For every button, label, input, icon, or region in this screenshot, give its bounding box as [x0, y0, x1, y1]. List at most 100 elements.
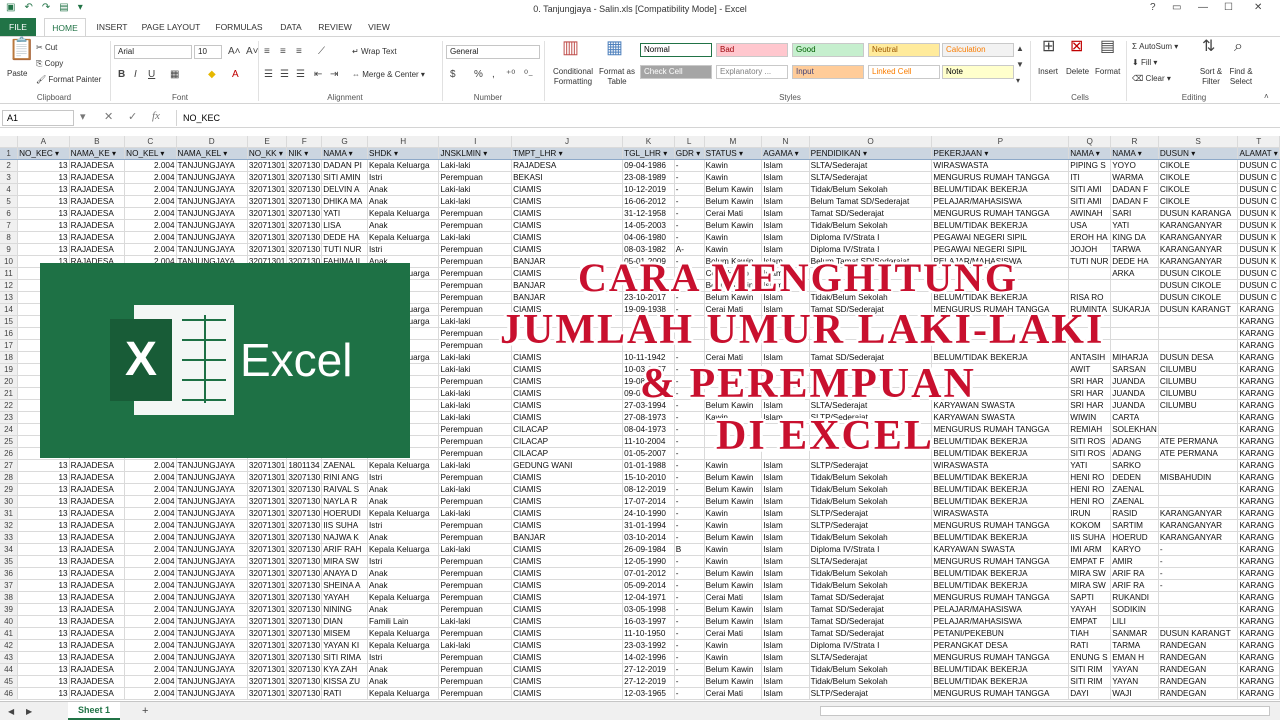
cell-style-calculation[interactable]: Calculation — [942, 43, 1014, 57]
table-cell[interactable]: RANDEGAN — [1158, 639, 1239, 652]
table-cell[interactable]: TANJUNGJAYA — [176, 555, 248, 568]
table-cell[interactable]: 32071301 — [247, 615, 288, 628]
maximize-icon[interactable]: ☐ — [1224, 2, 1233, 13]
delete-cells-button[interactable]: Delete — [1066, 67, 1089, 76]
table-cell[interactable]: DUSUN DESA — [1158, 351, 1239, 364]
table-cell[interactable]: RAJADESA — [69, 591, 126, 604]
table-cell[interactable]: TANJUNGJAYA — [176, 519, 248, 532]
table-cell[interactable]: Anak — [367, 579, 440, 592]
column-header-c[interactable]: C — [124, 136, 177, 148]
table-cell[interactable]: 10-12-2019 — [622, 183, 675, 196]
find-select-button[interactable]: Find & Select — [1226, 67, 1256, 87]
table-cell[interactable]: 13 — [17, 507, 70, 520]
header-cell[interactable]: TMPT_LHR ▾ — [511, 147, 624, 160]
table-cell[interactable]: 3207130 — [286, 183, 323, 196]
table-cell[interactable]: Perempuan — [438, 579, 513, 592]
table-cell[interactable]: Istri — [367, 243, 440, 256]
row-header[interactable]: 39 — [0, 603, 19, 616]
row-header[interactable]: 33 — [0, 531, 19, 544]
column-header-q[interactable]: Q — [1068, 136, 1112, 148]
table-cell[interactable]: Perempuan — [438, 267, 513, 280]
align-bottom-icon[interactable]: ≡ — [296, 46, 302, 58]
table-cell[interactable]: Tidak/Belum Sekolah — [809, 495, 933, 508]
header-cell[interactable]: AGAMA ▾ — [761, 147, 810, 160]
table-cell[interactable]: - — [674, 651, 705, 664]
table-cell[interactable]: 13 — [17, 243, 70, 256]
table-cell[interactable]: RAJADESA — [69, 531, 126, 544]
table-cell[interactable]: Perempuan — [438, 519, 513, 532]
table-cell[interactable]: KOKOM — [1068, 519, 1112, 532]
table-cell[interactable]: 3207130 — [286, 531, 323, 544]
table-cell[interactable]: KARANG — [1237, 579, 1280, 592]
table-cell[interactable]: Tamat SD/Sederajat — [809, 603, 933, 616]
table-cell[interactable] — [1158, 615, 1239, 628]
shrink-font-icon[interactable]: A˅ — [246, 46, 259, 58]
table-cell[interactable]: KYA ZAH — [321, 663, 368, 676]
table-cell[interactable]: NAJWA K — [321, 531, 368, 544]
table-cell[interactable]: LILI — [1110, 615, 1159, 628]
table-cell[interactable]: KARANG — [1237, 543, 1280, 556]
column-header-n[interactable]: N — [761, 136, 810, 148]
table-cell[interactable]: DUSUN K — [1237, 207, 1280, 220]
table-cell[interactable]: RAJADESA — [69, 459, 126, 472]
column-header-b[interactable]: B — [69, 136, 126, 148]
grow-font-icon[interactable]: A˄ — [228, 46, 241, 58]
column-header-o[interactable]: O — [809, 136, 933, 148]
table-cell[interactable]: 13 — [17, 651, 70, 664]
table-cell[interactable]: Istri — [367, 519, 440, 532]
table-cell[interactable]: - — [674, 423, 705, 436]
table-cell[interactable]: Belum Kawin — [704, 615, 763, 628]
table-cell[interactable]: 12-03-1965 — [622, 687, 675, 700]
align-middle-icon[interactable]: ≡ — [280, 46, 286, 58]
row-header[interactable]: 36 — [0, 567, 19, 580]
table-cell[interactable]: 3207130 — [286, 663, 323, 676]
table-cell[interactable]: WIRASWASTA — [931, 159, 1070, 172]
table-cell[interactable]: BEKASI — [511, 171, 624, 184]
table-cell[interactable]: CIAMIS — [511, 579, 624, 592]
table-cell[interactable]: KARANGANYAR — [1158, 243, 1239, 256]
row-header[interactable]: 20 — [0, 375, 19, 388]
row-header[interactable]: 37 — [0, 579, 19, 592]
table-cell[interactable] — [1110, 315, 1159, 328]
table-cell[interactable]: SLTP/Sederajat — [809, 687, 933, 700]
table-cell[interactable]: TARMA — [1110, 639, 1159, 652]
table-cell[interactable]: 13 — [17, 543, 70, 556]
header-cell[interactable]: ALAMAT ▾ — [1237, 147, 1280, 160]
tab-file[interactable]: FILE — [0, 18, 36, 36]
table-cell[interactable]: - — [674, 555, 705, 568]
table-cell[interactable]: CIAMIS — [511, 567, 624, 580]
table-cell[interactable]: CIAMIS — [511, 231, 624, 244]
table-cell[interactable]: KARANG — [1237, 339, 1280, 352]
table-cell[interactable]: 13 — [17, 591, 70, 604]
underline-icon[interactable]: U — [148, 69, 155, 81]
table-cell[interactable]: 13 — [17, 495, 70, 508]
table-cell[interactable]: SITI ROS — [1068, 435, 1112, 448]
table-cell[interactable]: - — [674, 183, 705, 196]
table-cell[interactable]: 16-03-1997 — [622, 615, 675, 628]
table-cell[interactable]: 2.004 — [124, 567, 177, 580]
align-center-icon[interactable]: ☰ — [280, 69, 289, 81]
table-cell[interactable]: 01-01-1988 — [622, 459, 675, 472]
table-cell[interactable]: KARANG — [1237, 675, 1280, 688]
table-cell[interactable]: - — [674, 159, 705, 172]
table-cell[interactable]: ARKA — [1110, 267, 1159, 280]
table-cell[interactable]: Laki-laki — [438, 399, 513, 412]
table-cell[interactable]: TANJUNGJAYA — [176, 471, 248, 484]
table-cell[interactable]: SLTA/Sederajat — [809, 159, 933, 172]
table-cell[interactable]: PELAJAR/MAHASISWA — [931, 603, 1070, 616]
cell-style-good[interactable]: Good — [792, 43, 864, 57]
table-cell[interactable]: 2.004 — [124, 231, 177, 244]
table-cell[interactable]: BELUM/TIDAK BEKERJA — [931, 675, 1070, 688]
table-cell[interactable]: ARIF RA — [1110, 579, 1159, 592]
table-cell[interactable]: CIAMIS — [511, 183, 624, 196]
column-header-a[interactable]: A — [17, 136, 70, 148]
wrap-text-button[interactable]: ↵ Wrap Text — [352, 47, 397, 56]
table-cell[interactable]: Islam — [761, 615, 810, 628]
table-cell[interactable]: KARANG — [1237, 423, 1280, 436]
format-as-table-button[interactable]: Format as Table — [596, 67, 638, 87]
table-cell[interactable]: TANJUNGJAYA — [176, 579, 248, 592]
table-cell[interactable]: 2.004 — [124, 495, 177, 508]
table-cell[interactable]: Belum Kawin — [704, 675, 763, 688]
table-cell[interactable]: 11-10-2004 — [622, 435, 675, 448]
table-cell[interactable]: Perempuan — [438, 423, 513, 436]
